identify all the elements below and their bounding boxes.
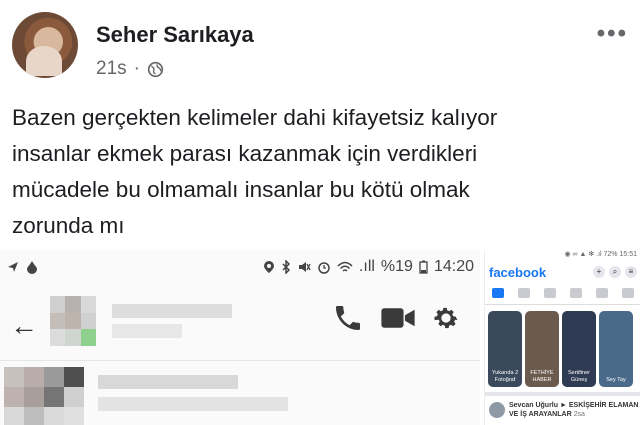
story-label: FETHİYE HABER: [530, 370, 554, 383]
fb-post-time: 2sa: [573, 411, 585, 418]
globe-icon: [147, 61, 164, 77]
add-icon[interactable]: +: [593, 266, 605, 278]
story-card[interactable]: Sey Tay: [599, 311, 633, 387]
groups-tab-icon[interactable]: [570, 288, 582, 298]
post-text: Bazen gerçekten kelimeler dahi kifayetsi…: [12, 105, 498, 238]
battery-icon: [419, 260, 428, 274]
fb-header: facebook + ⌕ ≡: [485, 262, 640, 282]
meta-separator: ·: [133, 58, 140, 79]
facebook-logo[interactable]: facebook: [489, 265, 546, 280]
notifications-tab-icon[interactable]: [596, 288, 608, 298]
drop-icon: [27, 261, 37, 274]
arrow-left-icon: ←: [10, 310, 38, 341]
chat-header: ←: [0, 294, 480, 356]
blurred-message-text: [98, 375, 238, 389]
messenger-tab-icon[interactable]: [518, 288, 530, 298]
stories-row: Yukarıda 2 Fotoğraf FETHİYE HABER Sertif…: [485, 305, 640, 393]
home-tab-icon[interactable]: [492, 288, 504, 298]
post-meta: 21s ·: [96, 58, 164, 80]
back-button[interactable]: ←: [10, 310, 38, 342]
blurred-contact-status: [112, 324, 182, 338]
story-label: Sey Tay: [606, 377, 626, 383]
navigation-icon: [8, 262, 18, 272]
post-time[interactable]: 21s: [96, 58, 127, 80]
fb-post-author[interactable]: Sevcan Uğurlu: [509, 402, 558, 409]
video-tab-icon[interactable]: [544, 288, 556, 298]
blurred-contact-avatar[interactable]: [50, 296, 96, 346]
menu-icon[interactable]: ≡: [625, 266, 637, 278]
location-icon: [263, 261, 274, 273]
fb-post-arrow: ►: [559, 402, 567, 409]
author-avatar[interactable]: [12, 12, 78, 78]
messenger-screenshot: .ıll %19 14:20 ←: [0, 250, 480, 425]
search-icon[interactable]: ⌕: [609, 266, 621, 278]
fb-post-preview[interactable]: Sevcan Uğurlu ► ESKİŞEHİR ELAMAN VE İŞ A…: [485, 392, 640, 425]
mute-icon: [298, 262, 311, 272]
video-icon[interactable]: [380, 304, 416, 332]
menu-tab-icon[interactable]: [622, 288, 634, 298]
blurred-contact-name: [112, 304, 232, 318]
blurred-message-avatar: [4, 367, 84, 425]
alarm-icon: [318, 262, 330, 274]
signal-indicator: .ıll: [358, 258, 375, 275]
fb-post-avatar: [489, 402, 505, 418]
status-time: 14:20: [433, 258, 474, 275]
bluetooth-icon: [282, 260, 290, 274]
status-bar: .ıll %19 14:20: [0, 250, 480, 284]
blurred-message-preview: [98, 397, 288, 411]
battery-percent: %19: [380, 258, 413, 275]
phone-icon[interactable]: [332, 302, 364, 334]
story-label: Sertifiner Güneş: [567, 370, 590, 383]
gear-icon[interactable]: [430, 302, 462, 334]
wifi-icon: [337, 261, 353, 272]
story-card[interactable]: FETHİYE HABER: [525, 311, 559, 387]
author-name[interactable]: Seher Sarıkaya: [96, 22, 254, 48]
facebook-screenshot: ◉ ∞ ▲ ✻ .ıl 72% 15:51 facebook + ⌕ ≡ Yuk…: [484, 250, 640, 425]
fb-post-heading: Sevcan Uğurlu ► ESKİŞEHİR ELAMAN VE İŞ A…: [509, 401, 640, 419]
story-label: Yukarıda 2 Fotoğraf: [491, 370, 519, 383]
fb-tabs: [485, 282, 640, 305]
fb-status-bar: ◉ ∞ ▲ ✻ .ıl 72% 15:51: [564, 251, 637, 258]
more-options-button[interactable]: •••: [597, 20, 628, 48]
blurred-message-row[interactable]: [0, 360, 480, 425]
story-card[interactable]: Yukarıda 2 Fotoğraf: [488, 311, 522, 387]
story-card[interactable]: Sertifiner Güneş: [562, 311, 596, 387]
